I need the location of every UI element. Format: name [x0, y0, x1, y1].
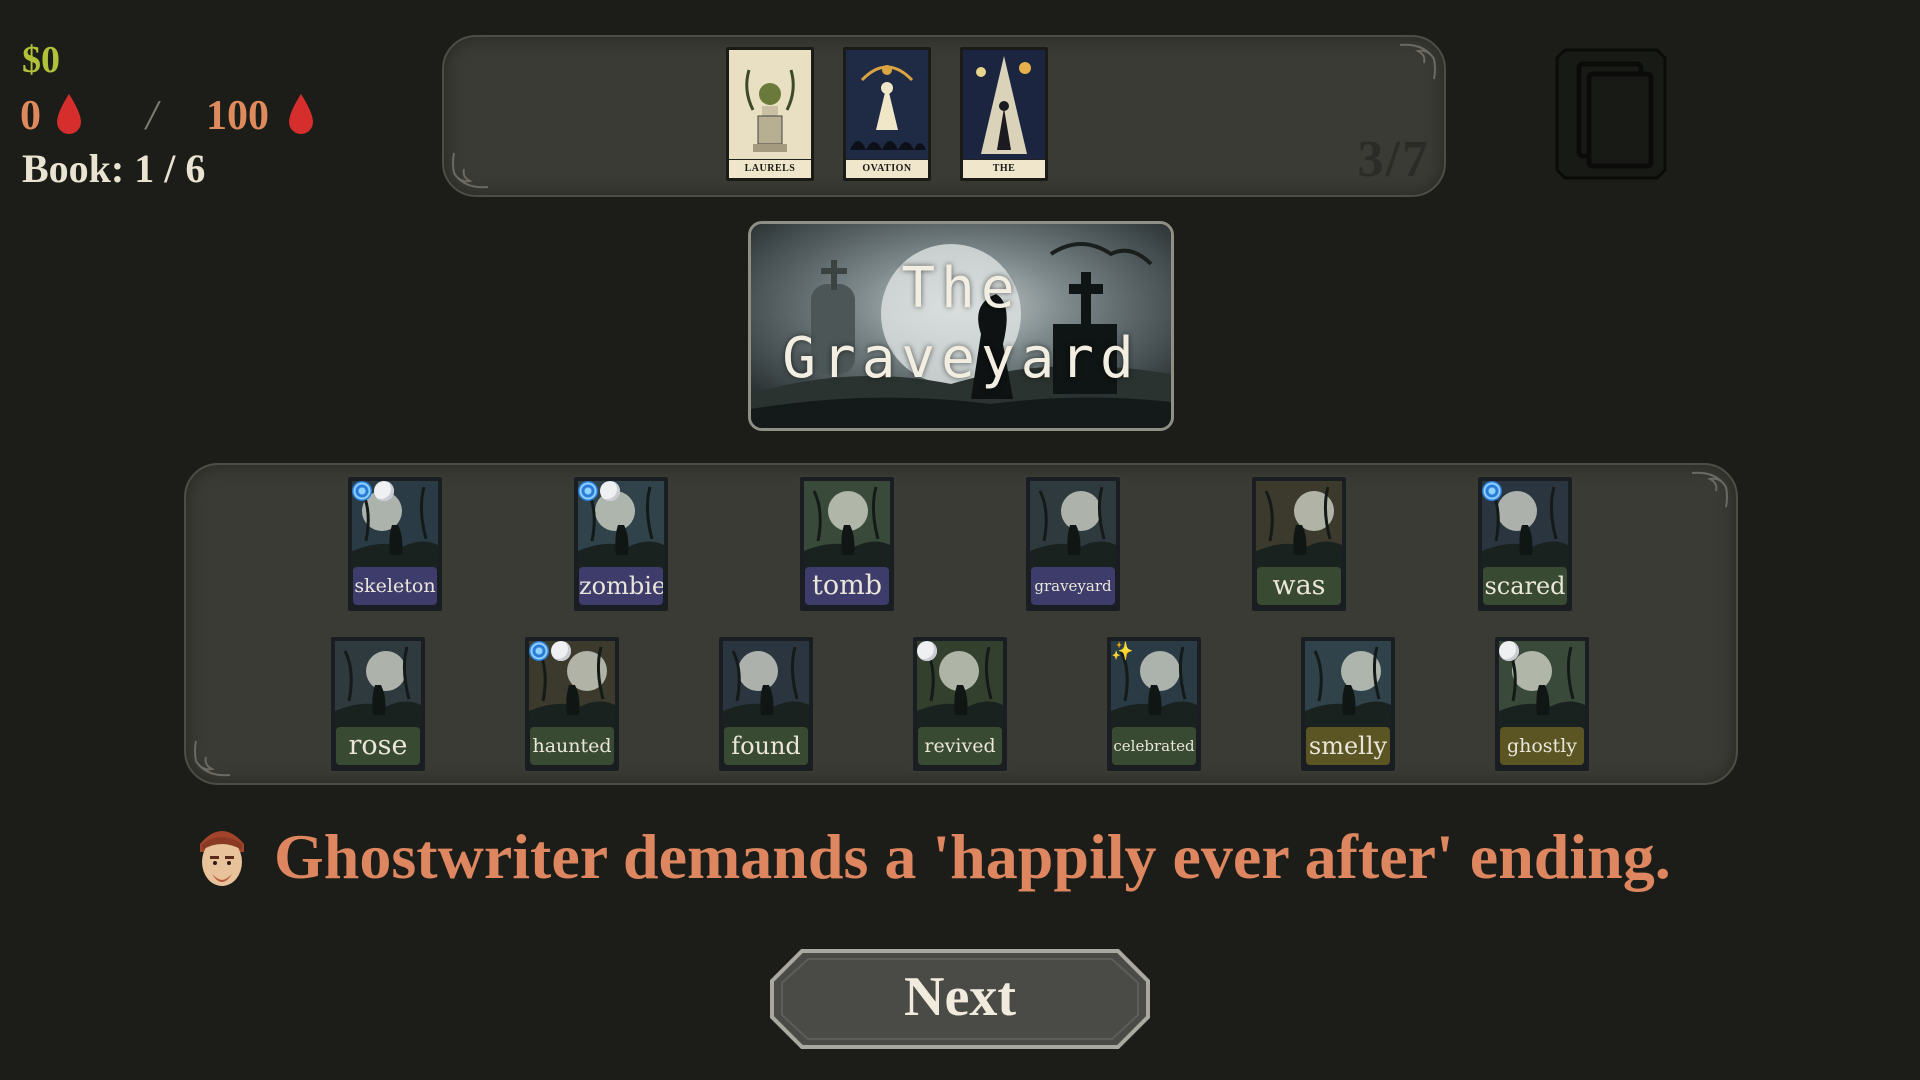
word-label: found — [724, 727, 808, 765]
spiral-icon — [352, 481, 372, 501]
blood-separator: / — [146, 93, 158, 139]
tarot-label: OVATION — [846, 159, 928, 178]
ovation-crowd-icon — [846, 50, 928, 160]
next-button-label: Next — [904, 966, 1016, 1028]
spiral-icon — [529, 641, 549, 661]
card-deck-icon[interactable] — [1555, 48, 1667, 180]
word-art — [804, 481, 890, 571]
word-label: haunted — [530, 727, 614, 765]
word-label: was — [1257, 567, 1341, 605]
word-label: graveyard — [1031, 567, 1115, 605]
word-art — [335, 641, 421, 731]
word-label: ghostly — [1500, 727, 1584, 765]
moon-icon — [600, 481, 620, 501]
tray-card-count: 3/7 — [1357, 131, 1430, 188]
word-label: celebrated — [1112, 727, 1196, 765]
tarot-card-laurels[interactable]: LAURELS — [726, 47, 814, 181]
moon-icon — [551, 641, 571, 661]
corner-flourish-icon — [452, 152, 489, 189]
tarot-label: THE SPOTLIGHT — [963, 159, 1045, 178]
blood-max: 100 — [206, 93, 269, 139]
corner-flourish-icon — [194, 740, 231, 777]
book-progress: Book: 1 / 6 — [22, 145, 215, 192]
money-display: $0 — [22, 39, 60, 81]
word-art — [723, 641, 809, 731]
word-card-haunted[interactable]: haunted — [523, 635, 621, 773]
word-badges — [1482, 481, 1504, 503]
ghostwriter-avatar-icon — [200, 831, 244, 886]
effect-card-tray: LAURELS OVATION THE SPOTLIGHT 3/7 — [442, 35, 1446, 197]
word-label: skeleton — [353, 567, 437, 605]
word-card-scared[interactable]: scared — [1476, 475, 1574, 613]
spiral-icon — [578, 481, 598, 501]
word-card-smelly[interactable]: smelly — [1299, 635, 1397, 773]
word-label: scared — [1483, 567, 1567, 605]
book-label: Book: — [22, 146, 125, 191]
word-badges — [529, 641, 573, 663]
word-card-tray: skeleton zombie tomb graveyard was scared ros… — [184, 463, 1738, 785]
moon-icon — [374, 481, 394, 501]
word-badges — [1499, 641, 1521, 663]
spiral-icon — [1482, 481, 1502, 501]
word-label: zombie — [579, 567, 663, 605]
spotlight-icon — [963, 50, 1045, 160]
blood-drop-icon — [57, 94, 81, 134]
next-button[interactable]: Next — [768, 947, 1152, 1051]
word-badges: ✨ — [1111, 641, 1133, 663]
blood-drop-icon — [289, 94, 313, 134]
word-label: rose — [336, 727, 420, 765]
word-art — [1030, 481, 1116, 571]
location-card-graveyard: The Graveyard — [748, 221, 1174, 431]
word-card-celebrated[interactable]: ✨ celebrated — [1105, 635, 1203, 773]
tarot-label: LAURELS — [729, 159, 811, 178]
word-badges — [917, 641, 939, 663]
word-card-was[interactable]: was — [1250, 475, 1348, 613]
book-value: 1 / 6 — [134, 146, 206, 191]
word-card-revived[interactable]: revived — [911, 635, 1009, 773]
moon-icon — [917, 641, 937, 661]
word-label: tomb — [805, 567, 889, 605]
word-badges — [352, 481, 396, 503]
word-label: revived — [918, 727, 1002, 765]
word-card-zombie[interactable]: zombie — [572, 475, 670, 613]
word-card-found[interactable]: found — [717, 635, 815, 773]
word-card-tomb[interactable]: tomb — [798, 475, 896, 613]
laurel-bust-icon — [745, 69, 795, 152]
requirement-message: Ghostwriter demands a 'happily ever afte… — [190, 820, 1750, 910]
corner-flourish-icon — [1691, 471, 1728, 508]
blood-current: 0 — [20, 93, 41, 139]
tarot-card-the-spotlight[interactable]: THE SPOTLIGHT — [960, 47, 1048, 181]
word-card-graveyard[interactable]: graveyard — [1024, 475, 1122, 613]
moon-icon — [1499, 641, 1519, 661]
word-art — [1256, 481, 1342, 571]
word-card-skeleton[interactable]: skeleton — [346, 475, 444, 613]
location-title: The Graveyard — [782, 256, 1140, 391]
tarot-card-ovation[interactable]: OVATION — [843, 47, 931, 181]
word-label: smelly — [1306, 727, 1390, 765]
word-card-rose[interactable]: rose — [329, 635, 427, 773]
requirement-text: Ghostwriter demands a 'happily ever afte… — [274, 821, 1671, 892]
word-badges — [578, 481, 622, 503]
blood-meter: 0 / 100 — [20, 88, 340, 144]
word-card-ghostly[interactable]: ghostly — [1493, 635, 1591, 773]
sparkle-icon: ✨ — [1111, 641, 1134, 661]
word-art — [1305, 641, 1391, 731]
corner-flourish-icon — [1399, 43, 1436, 80]
